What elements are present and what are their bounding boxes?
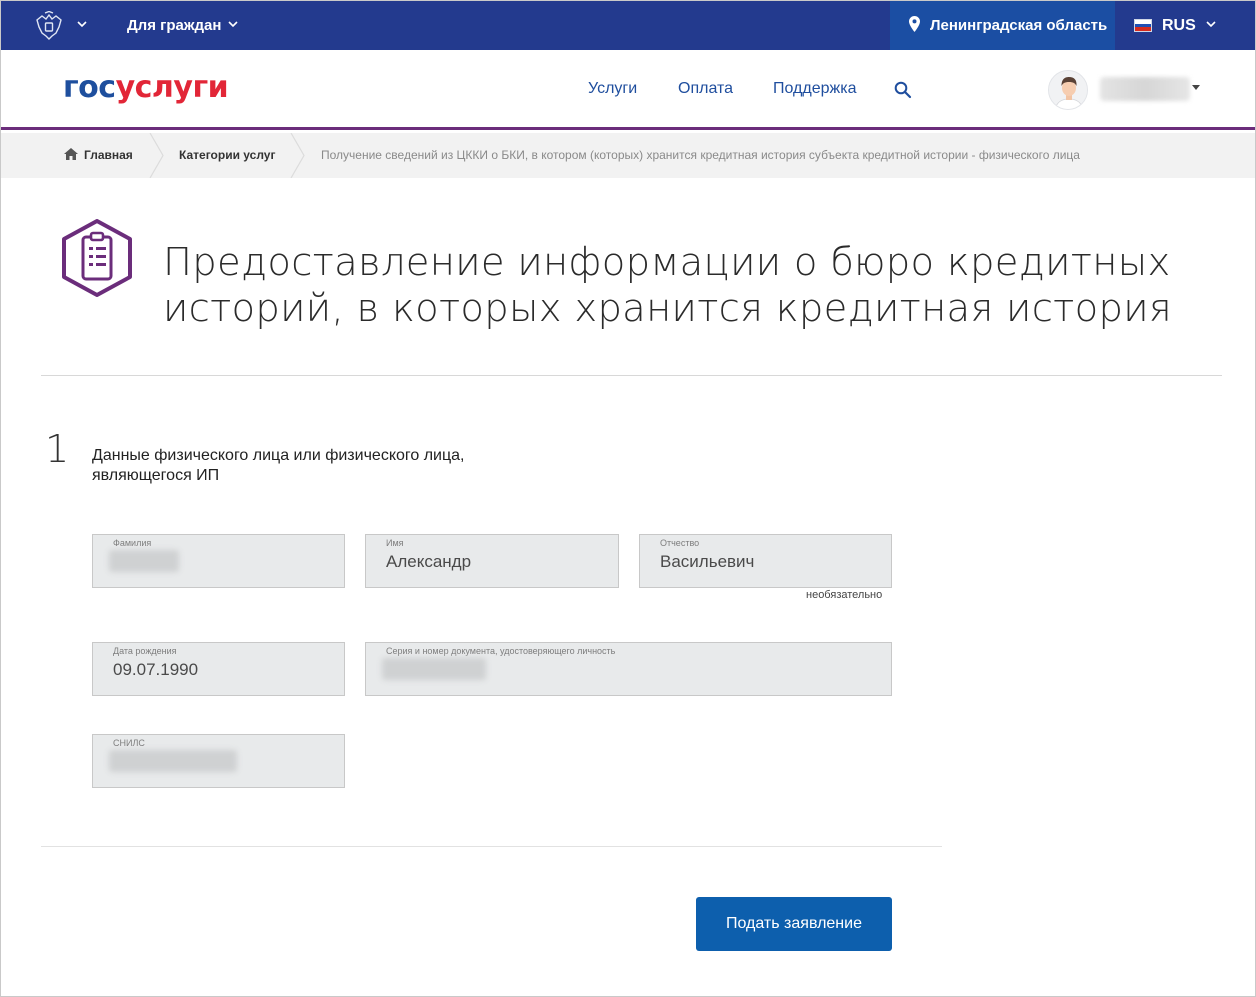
- patronymic-value: Васильевич: [660, 552, 755, 571]
- breadcrumb-home[interactable]: Главная: [64, 148, 133, 162]
- step-number: 1: [45, 427, 70, 471]
- patronymic-field[interactable]: Отчество Васильевич: [639, 534, 892, 588]
- name-value: Александр: [386, 552, 472, 571]
- nav-services[interactable]: Услуги: [588, 80, 637, 98]
- breadcrumb-separator: [149, 133, 164, 178]
- nav-payment[interactable]: Оплата: [678, 80, 733, 98]
- optional-note: необязательно: [806, 589, 883, 601]
- coat-of-arms-icon[interactable]: [33, 11, 65, 41]
- name-label: Имя: [386, 538, 404, 548]
- site-header: госуслуги Услуги Оплата Поддержка: [1, 50, 1255, 130]
- page-title: Предоставление информации о бюро кредитн…: [163, 240, 1183, 332]
- divider: [41, 375, 1222, 376]
- birthdate-field[interactable]: Дата рождения 09.07.1990: [92, 642, 345, 696]
- page-title-line2: историй, в которых хранится кредитная ис…: [163, 286, 1172, 331]
- breadcrumb-current: Получение сведений из ЦККИ о БКИ, в кото…: [321, 148, 1080, 162]
- document-value-hidden: [382, 658, 486, 680]
- avatar[interactable]: [1048, 70, 1088, 110]
- step-title-line2: являющегося ИП: [92, 467, 220, 484]
- divider: [41, 846, 942, 847]
- citizens-menu[interactable]: Для граждан: [127, 17, 221, 34]
- username-hidden[interactable]: [1100, 77, 1190, 101]
- snils-field[interactable]: СНИЛС: [92, 734, 345, 788]
- russia-flag-icon: [1134, 19, 1152, 32]
- document-label: Серия и номер документа, удостоверяющего…: [386, 646, 616, 656]
- top-bar: Для граждан Ленинградская область RUS: [1, 1, 1255, 50]
- page-title-line1: Предоставление информации о бюро кредитн…: [163, 240, 1171, 285]
- snils-value-hidden: [109, 750, 237, 772]
- snils-label: СНИЛС: [113, 738, 145, 748]
- language-selector[interactable]: RUS: [1162, 17, 1196, 35]
- name-field[interactable]: Имя Александр: [365, 534, 619, 588]
- search-icon[interactable]: [894, 81, 912, 99]
- step-title-line1: Данные физического лица или физического …: [92, 447, 465, 464]
- region-label: Ленинградская область: [930, 17, 1108, 34]
- breadcrumb-separator: [290, 133, 305, 178]
- breadcrumb-home-label: Главная: [84, 148, 133, 162]
- nav-support[interactable]: Поддержка: [773, 80, 856, 98]
- patronymic-label: Отчество: [660, 538, 700, 548]
- chevron-down-icon[interactable]: [77, 19, 87, 29]
- surname-label: Фамилия: [113, 538, 152, 548]
- step-title: Данные физического лица или физического …: [92, 446, 465, 486]
- chevron-down-icon[interactable]: [228, 19, 238, 29]
- breadcrumb-categories[interactable]: Категории услуг: [179, 148, 275, 162]
- gosuslugi-logo[interactable]: госуслуги: [63, 70, 229, 105]
- submit-button[interactable]: Подать заявление: [696, 897, 892, 951]
- birthdate-value: 09.07.1990: [113, 660, 199, 679]
- user-menu-caret-icon[interactable]: [1192, 85, 1200, 90]
- home-icon: [64, 148, 78, 160]
- birthdate-label: Дата рождения: [113, 646, 177, 656]
- clipboard-icon: [62, 219, 132, 297]
- chevron-down-icon[interactable]: [1206, 19, 1216, 29]
- logo-part-uslugi: услуги: [115, 70, 229, 105]
- location-pin-icon: [909, 16, 920, 32]
- logo-part-gos: гос: [63, 70, 116, 105]
- surname-field[interactable]: Фамилия: [92, 534, 345, 588]
- surname-value-hidden: [109, 550, 179, 572]
- breadcrumb: Главная Категории услуг Получение сведен…: [1, 133, 1255, 178]
- document-field[interactable]: Серия и номер документа, удостоверяющего…: [365, 642, 892, 696]
- user-avatar-icon: [1049, 71, 1087, 109]
- region-selector[interactable]: Ленинградская область: [890, 1, 1115, 50]
